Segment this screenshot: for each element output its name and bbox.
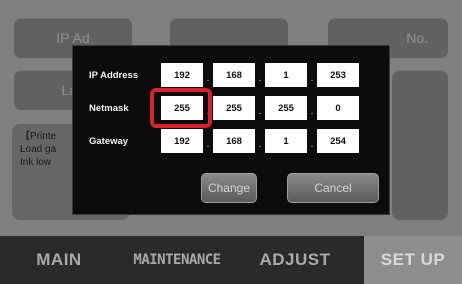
netmask-octet-4-field[interactable]: 0 bbox=[317, 96, 359, 120]
ip-address-row: IP Address 192 . 168 . 1 . 253 bbox=[89, 63, 359, 87]
netmask-octet-2-field[interactable]: 255 bbox=[213, 96, 255, 120]
tab-setup[interactable]: SET UP bbox=[364, 236, 462, 284]
gateway-row: Gateway 192 . 168 . 1 . 254 bbox=[89, 129, 359, 153]
tab-adjust[interactable]: ADJUST bbox=[236, 236, 354, 284]
octet-separator: . bbox=[206, 139, 210, 150]
ip-octet-4-field[interactable]: 253 bbox=[317, 63, 359, 87]
netmask-octet-3-field[interactable]: 255 bbox=[265, 96, 307, 120]
screen: IP Ad No. Lan 【Printe Load ga Ink low IP… bbox=[0, 0, 462, 284]
cancel-button[interactable]: Cancel bbox=[287, 173, 379, 203]
netmask-row: Netmask 255 . 255 . 255 . 0 bbox=[89, 96, 359, 120]
ip-octet-3-field[interactable]: 1 bbox=[265, 63, 307, 87]
tab-main[interactable]: MAIN bbox=[0, 236, 118, 284]
selected-field-highlight bbox=[150, 88, 212, 128]
tab-maintenance[interactable]: MAINTENANCE bbox=[118, 236, 236, 284]
octet-separator: . bbox=[258, 73, 262, 84]
gateway-octet-3-field[interactable]: 1 bbox=[265, 129, 307, 153]
gateway-label: Gateway bbox=[89, 135, 129, 147]
octet-separator: . bbox=[258, 139, 262, 150]
ip-address-label: IP Address bbox=[89, 69, 139, 81]
ip-octet-1-field[interactable]: 192 bbox=[161, 63, 203, 87]
octet-separator: . bbox=[310, 139, 314, 150]
gateway-octet-4-field[interactable]: 254 bbox=[317, 129, 359, 153]
octet-separator: . bbox=[258, 106, 262, 117]
bottom-nav: MAIN MAINTENANCE ADJUST SET UP bbox=[0, 236, 462, 284]
octet-separator: . bbox=[310, 106, 314, 117]
octet-separator: . bbox=[310, 73, 314, 84]
change-button[interactable]: Change bbox=[201, 173, 257, 203]
gateway-octet-1-field[interactable]: 192 bbox=[161, 129, 203, 153]
gateway-octet-2-field[interactable]: 168 bbox=[213, 129, 255, 153]
ip-octet-2-field[interactable]: 168 bbox=[213, 63, 255, 87]
network-settings-dialog: IP Address 192 . 168 . 1 . 253 Netmask 2… bbox=[72, 45, 390, 215]
